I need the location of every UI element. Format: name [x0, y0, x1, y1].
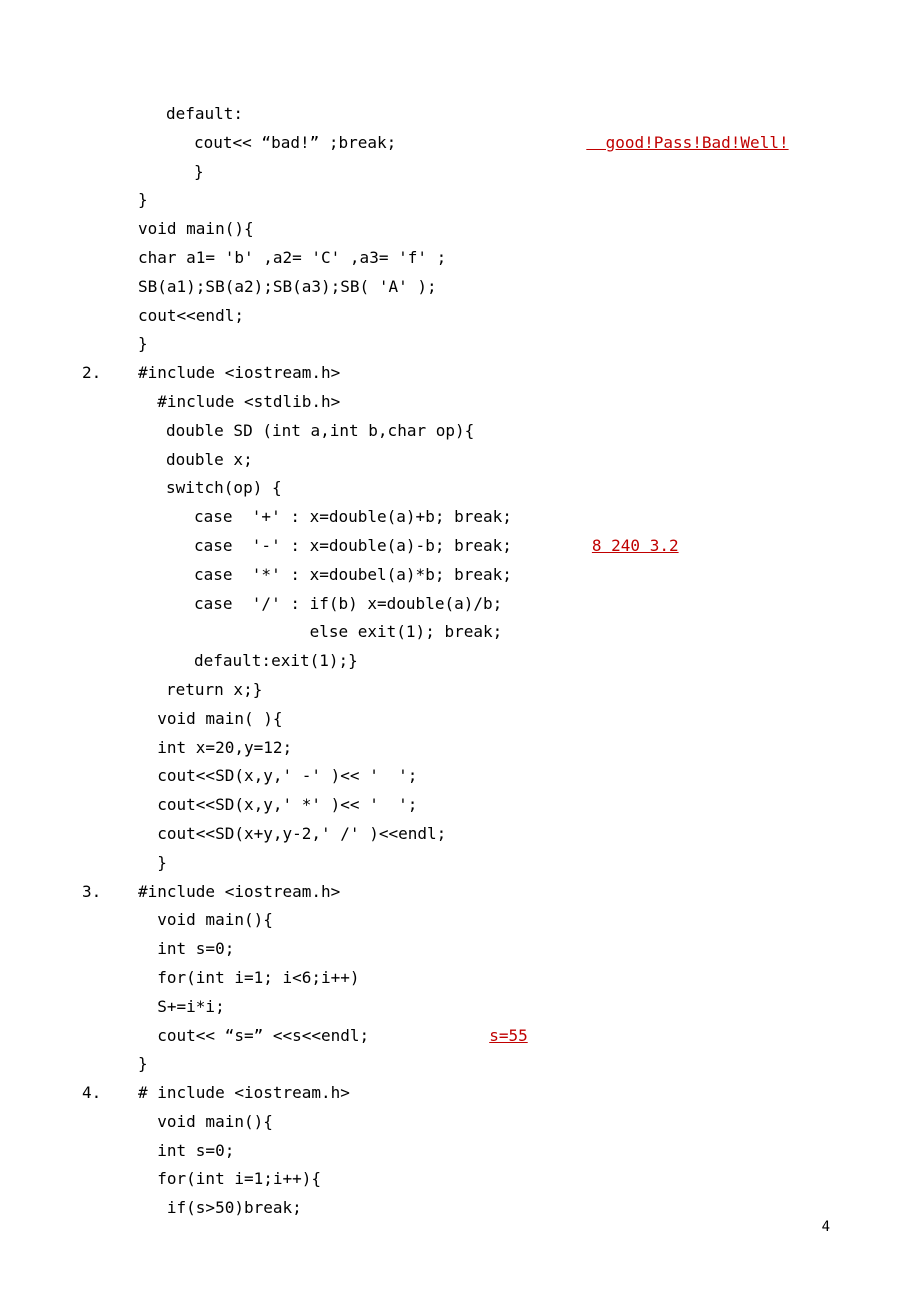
code-line: void main(){ — [110, 906, 830, 935]
code-line: cout<<SD(x,y,' *' )<< ' '; — [110, 791, 830, 820]
code-line: double x; — [110, 446, 830, 475]
code-line: 3.#include <iostream.h> — [110, 878, 830, 907]
code-text: switch(op) { — [166, 478, 282, 497]
code-line: } — [110, 186, 830, 215]
code-line: cout<<SD(x,y,' -' )<< ' '; — [110, 762, 830, 791]
page-number: 4 — [822, 1215, 830, 1240]
code-line: switch(op) { — [110, 474, 830, 503]
code-text: default:exit(1);} — [194, 651, 358, 670]
code-text: SB(a1);SB(a2);SB(a3);SB( 'A' ); — [138, 277, 437, 296]
code-text: default: — [166, 104, 243, 123]
code-line: void main( ){ — [110, 705, 830, 734]
code-line: } — [110, 1050, 830, 1079]
code-text: } — [138, 334, 148, 353]
code-line: double SD (int a,int b,char op){ — [110, 417, 830, 446]
list-number: 3. — [82, 878, 101, 907]
answer-annotation: good!Pass!Bad!Well! — [586, 133, 788, 152]
code-line: SB(a1);SB(a2);SB(a3);SB( 'A' ); — [110, 273, 830, 302]
document-content: default: cout<< “bad!” ;break; good!Pass!… — [110, 100, 830, 1223]
code-text: int s=0; — [138, 1141, 234, 1160]
code-line: else exit(1); break; — [110, 618, 830, 647]
code-text: #include <iostream.h> — [138, 882, 340, 901]
answer-annotation: 8 240 3.2 — [592, 536, 679, 555]
code-line: default: — [110, 100, 830, 129]
list-number: 2. — [82, 359, 101, 388]
code-text: case '-' : x=double(a)-b; break; — [194, 536, 512, 555]
code-text: void main(){ — [138, 1112, 273, 1131]
code-line: int x=20,y=12; — [110, 734, 830, 763]
list-number: 4. — [82, 1079, 101, 1108]
code-text: void main( ){ — [138, 709, 283, 728]
code-text: for(int i=1; i<6;i++) — [138, 968, 360, 987]
answer-annotation: s=55 — [489, 1026, 528, 1045]
code-text: case '+' : x=double(a)+b; break; — [194, 507, 512, 526]
code-line: #include <stdlib.h> — [110, 388, 830, 417]
code-text: char a1= 'b' ,a2= 'C' ,a3= 'f' ; — [138, 248, 446, 267]
code-text: } — [194, 162, 204, 181]
code-text: # include <iostream.h> — [138, 1083, 350, 1102]
code-line: for(int i=1; i<6;i++) — [110, 964, 830, 993]
code-text: cout<<SD(x,y,' -' )<< ' '; — [138, 766, 417, 785]
code-line: void main(){ — [110, 1108, 830, 1137]
code-line: void main(){ — [110, 215, 830, 244]
code-text: #include <iostream.h> — [138, 363, 340, 382]
code-line: } — [110, 330, 830, 359]
code-line: int s=0; — [110, 935, 830, 964]
code-line: return x;} — [110, 676, 830, 705]
code-line: case '*' : x=doubel(a)*b; break; — [110, 561, 830, 590]
code-line: char a1= 'b' ,a2= 'C' ,a3= 'f' ; — [110, 244, 830, 273]
code-text: void main(){ — [138, 910, 273, 929]
code-text: case '/' : if(b) x=double(a)/b; — [194, 594, 502, 613]
code-text: cout<< “s=” <<s<<endl; — [138, 1026, 369, 1045]
code-text: void main(){ — [138, 219, 254, 238]
code-line: cout<<SD(x+y,y-2,' /' )<<endl; — [110, 820, 830, 849]
code-line: } — [110, 158, 830, 187]
code-line: for(int i=1;i++){ — [110, 1165, 830, 1194]
code-text: } — [138, 1054, 148, 1073]
code-line: case '/' : if(b) x=double(a)/b; — [110, 590, 830, 619]
code-text: if(s>50)break; — [138, 1198, 302, 1217]
code-line: cout<<endl; — [110, 302, 830, 331]
code-line: S+=i*i; — [110, 993, 830, 1022]
code-text: } — [138, 190, 148, 209]
code-text: } — [138, 853, 167, 872]
code-text: else exit(1); break; — [194, 622, 502, 641]
code-line: case '+' : x=double(a)+b; break; — [110, 503, 830, 532]
code-line: cout<< “bad!” ;break; good!Pass!Bad!Well… — [110, 129, 830, 158]
code-line: 2.#include <iostream.h> — [110, 359, 830, 388]
code-text: for(int i=1;i++){ — [138, 1169, 321, 1188]
code-line: int s=0; — [110, 1137, 830, 1166]
code-line: default:exit(1);} — [110, 647, 830, 676]
code-text: double SD (int a,int b,char op){ — [166, 421, 474, 440]
code-text: cout<< “bad!” ;break; — [194, 133, 396, 152]
code-text: S+=i*i; — [138, 997, 225, 1016]
code-text: return x;} — [166, 680, 262, 699]
code-text: cout<<SD(x,y,' *' )<< ' '; — [138, 795, 417, 814]
code-line: } — [110, 849, 830, 878]
code-line: if(s>50)break; — [110, 1194, 830, 1223]
code-text: int s=0; — [138, 939, 234, 958]
code-text: cout<<endl; — [138, 306, 244, 325]
code-text: int x=20,y=12; — [138, 738, 292, 757]
code-text: cout<<SD(x+y,y-2,' /' )<<endl; — [138, 824, 446, 843]
code-text: double x; — [166, 450, 253, 469]
code-text: #include <stdlib.h> — [138, 392, 340, 411]
code-line: 4.# include <iostream.h> — [110, 1079, 830, 1108]
code-line: cout<< “s=” <<s<<endl; s=55 — [110, 1022, 830, 1051]
code-line: case '-' : x=double(a)-b; break; 8 240 3.… — [110, 532, 830, 561]
code-text: case '*' : x=doubel(a)*b; break; — [194, 565, 512, 584]
